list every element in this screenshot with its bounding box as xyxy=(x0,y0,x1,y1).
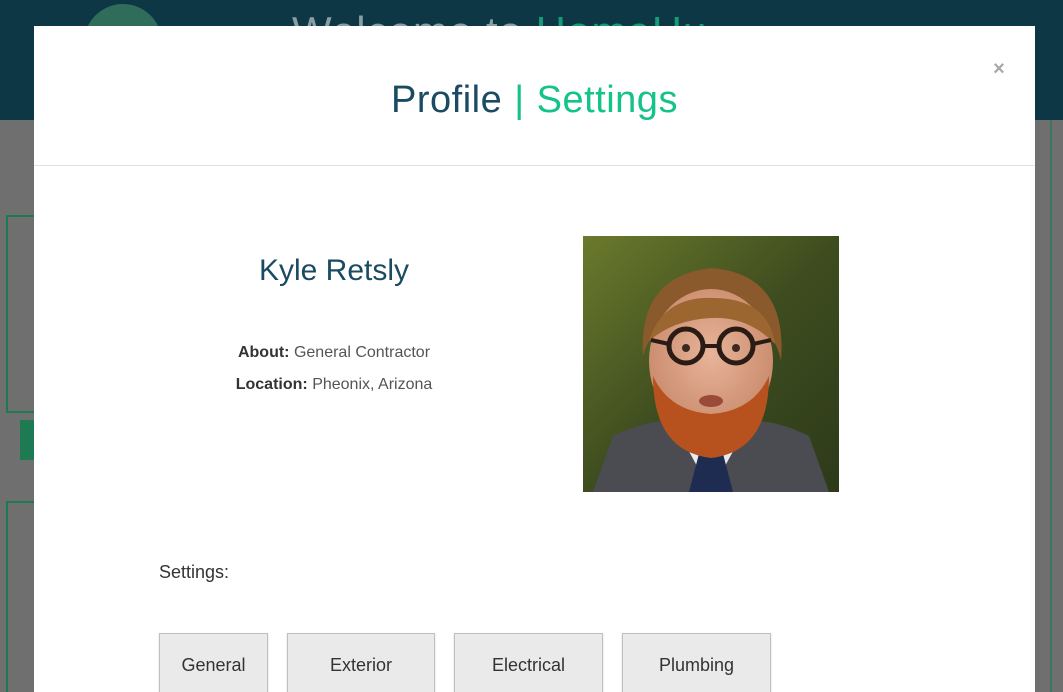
profile-photo-image xyxy=(583,236,839,492)
modal-header: Profile | Settings × xyxy=(34,26,1035,166)
background-divider xyxy=(1050,120,1052,692)
profile-name: Kyle Retsly xyxy=(258,254,410,287)
title-profile: Profile xyxy=(391,79,503,121)
location-row: Location: Pheonix, Arizona xyxy=(134,376,534,394)
title-separator: | xyxy=(514,79,525,121)
exterior-settings-button[interactable]: Exterior xyxy=(287,633,435,692)
plumbing-settings-button[interactable]: Plumbing xyxy=(622,633,771,692)
location-label: Location: xyxy=(235,376,308,393)
about-label: About: xyxy=(237,344,290,361)
electrical-settings-button[interactable]: Electrical xyxy=(454,633,603,692)
modal-title: Profile | Settings xyxy=(34,78,1035,122)
about-row: About: General Contractor xyxy=(134,344,534,362)
location-value: Pheonix, Arizona xyxy=(312,376,433,393)
profile-photo xyxy=(583,236,839,492)
about-value: General Contractor xyxy=(293,344,431,361)
profile-settings-modal: Profile | Settings × Kyle Retsly About: Ge… xyxy=(34,26,1035,692)
close-button[interactable]: × xyxy=(991,59,1007,79)
settings-label: Settings: xyxy=(159,562,230,582)
general-settings-button[interactable]: General xyxy=(159,633,268,692)
title-settings: Settings xyxy=(536,79,678,121)
